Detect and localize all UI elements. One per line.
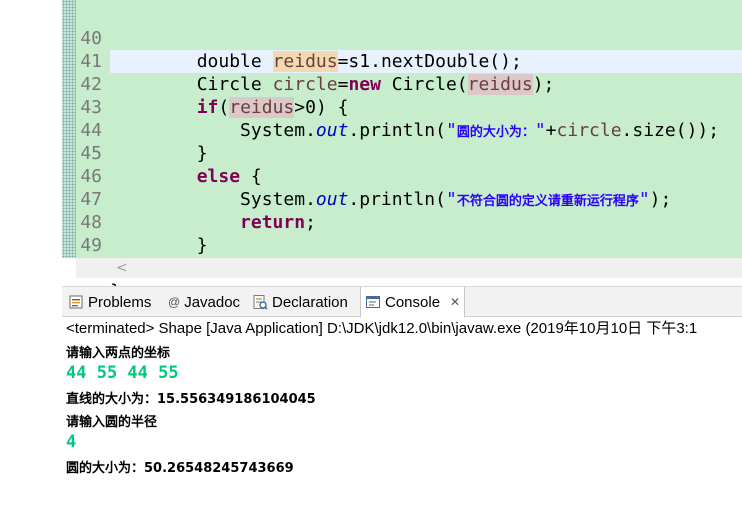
javadoc-icon: @ <box>168 295 181 309</box>
tab-javadoc[interactable]: @ Javadoc <box>164 287 244 317</box>
declaration-icon <box>253 295 268 310</box>
overview-ruler <box>62 0 76 258</box>
code-line-44[interactable]: 44 } <box>76 96 742 164</box>
code-line-47[interactable]: 47 return; <box>76 165 742 233</box>
view-tab-bar: Problems @ Javadoc Declaration Console ✕ <box>62 287 742 318</box>
close-icon[interactable]: ✕ <box>450 295 460 309</box>
console-input-line: 4 <box>66 432 77 452</box>
code-editor[interactable]: 40 double reidus=s1.nextDouble(); 41 Cir… <box>62 0 742 302</box>
console-input-line: 44 55 44 55 <box>66 363 179 383</box>
horizontal-scrollbar[interactable]: < <box>76 258 742 278</box>
tab-problems[interactable]: Problems <box>64 287 155 317</box>
code-line-49[interactable]: 49 } <box>76 211 742 279</box>
code-line-46[interactable]: 46 System.out.println("不符合圆的定义请重新运行程序"); <box>76 142 742 210</box>
tab-label: Declaration <box>272 293 348 311</box>
console-line: 请输入两点的坐标 <box>66 346 171 361</box>
scroll-left-icon[interactable]: < <box>116 258 128 278</box>
code-line-40[interactable]: 40 double reidus=s1.nextDouble(); <box>76 4 742 72</box>
code-line-48[interactable]: 48 } <box>76 188 742 256</box>
tab-declaration[interactable]: Declaration <box>248 287 352 317</box>
problems-icon <box>69 295 83 309</box>
code-line-42[interactable]: 42 if(reidus>0) { <box>76 50 742 118</box>
code-line-50[interactable]: 50 } <box>76 234 742 302</box>
code-line-45[interactable]: 45 else { <box>76 119 742 187</box>
console-line: 直线的大小为：15.556349186104045 <box>66 392 316 407</box>
tab-console[interactable]: Console ✕ <box>360 287 466 318</box>
tab-label: Javadoc <box>184 293 241 311</box>
code-line-43[interactable]: 43 System.out.println("圆的大小为："+circle.si… <box>76 73 742 141</box>
console-line: 圆的大小为：50.26548245743669 <box>66 461 294 476</box>
tab-label: Problems <box>88 293 152 311</box>
code-line-41[interactable]: 41 Circle circle=new Circle(reidus); <box>76 27 742 95</box>
code-area[interactable]: 40 double reidus=s1.nextDouble(); 41 Cir… <box>76 0 742 302</box>
console-icon <box>366 296 380 308</box>
tab-label: Console <box>385 293 441 311</box>
console-panel: Problems @ Javadoc Declaration Console ✕… <box>62 286 742 512</box>
console-process-label: <terminated> Shape [Java Application] D:… <box>66 320 698 337</box>
console-line: 请输入圆的半径 <box>66 415 158 430</box>
